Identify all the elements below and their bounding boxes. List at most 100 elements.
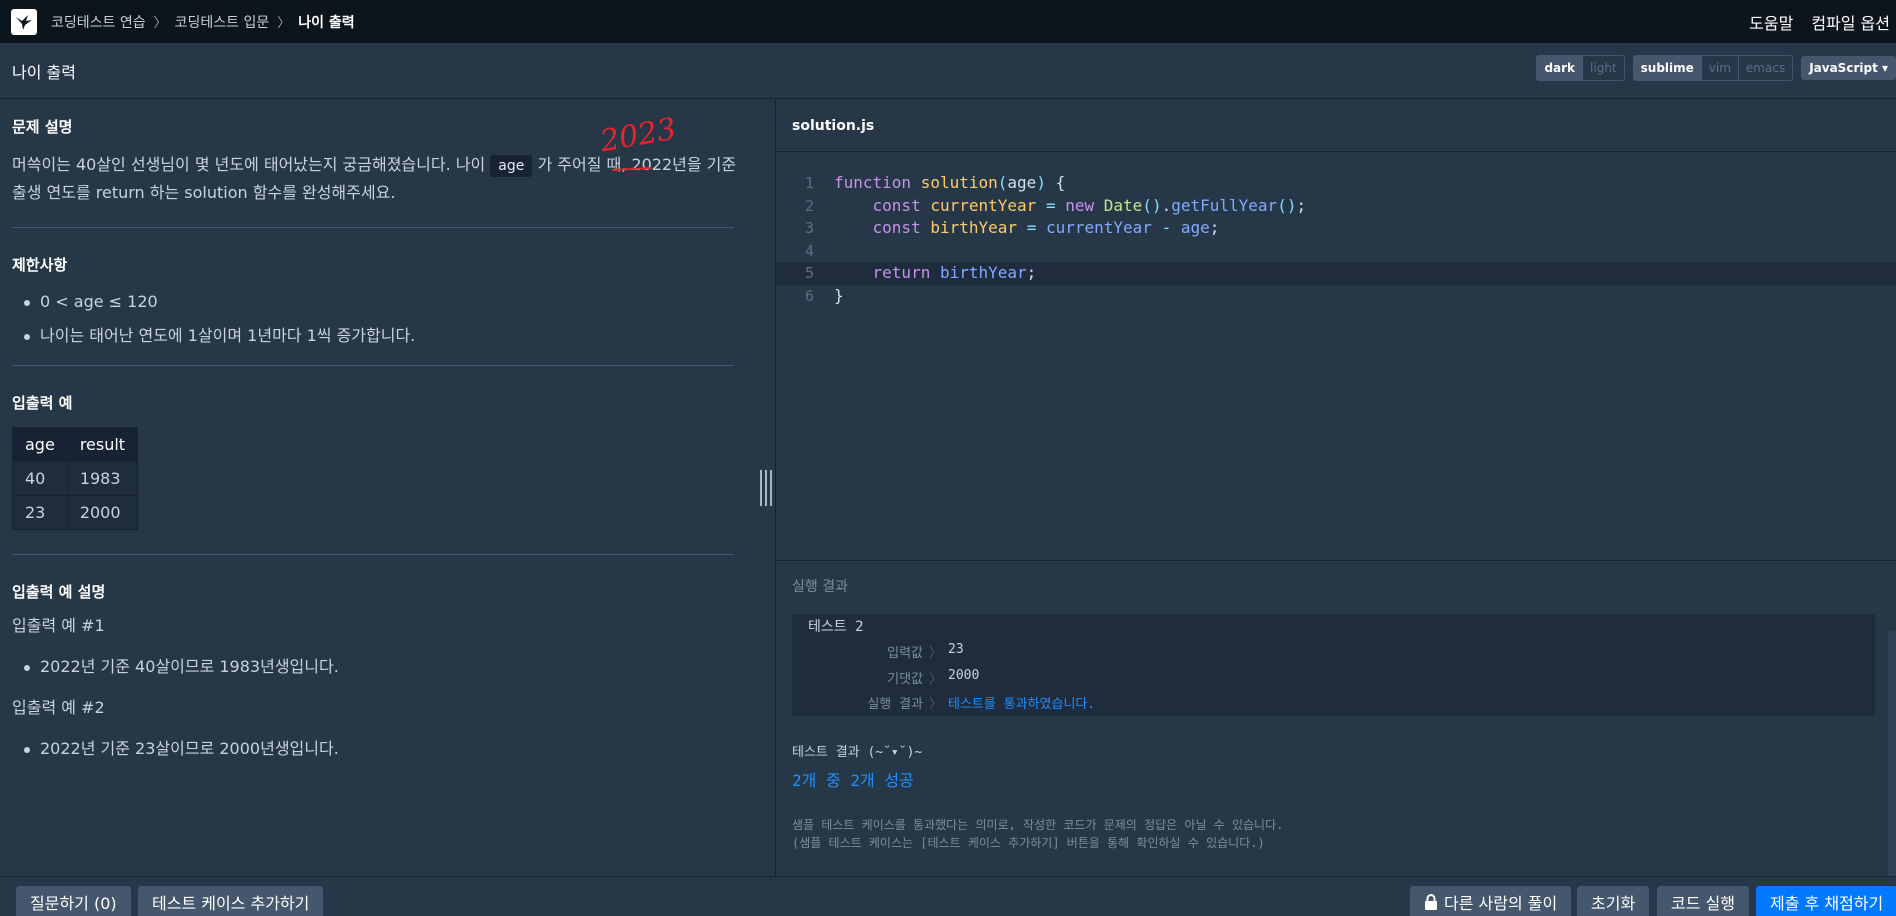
test-expected-value: 2000 [948,668,980,683]
add-test-case-button[interactable]: 테스트 케이스 추가하기 [138,886,324,916]
reset-button[interactable]: 초기화 [1577,886,1650,916]
section-divider [12,554,734,555]
test-run-label: 실행 결과 [867,697,923,712]
test-expected-row: 기댓값 〉 2000 [792,668,1192,687]
editor-filename: solution.js [776,100,1896,152]
table-header-row: age result [12,427,139,462]
language-select[interactable]: JavaScript ▾ [1801,56,1896,80]
breadcrumb-item-current: 나이 출력 [298,14,355,31]
line-number: 1 [804,174,814,192]
breadcrumb-item-practice[interactable]: 코딩테스트 연습 [51,12,146,32]
result-note-line: 샘플 테스트 케이스를 통과했다는 의미로, 작성한 코드가 문제의 정답은 아… [792,818,1284,832]
code-line[interactable]: 3 const birthYear = currentYear - age; [776,217,1896,240]
constraints-list: 0 < age ≤ 120 나이는 태어난 연도에 1살이며 1년마다 1씩 증… [12,285,762,353]
io-example-heading: 입출력 예 [12,394,73,412]
problem-description-panel: 문제 설명 머쓱이는 40살인 선생님이 몇 년도에 태어났는지 궁금해졌습니다… [0,100,774,876]
theme-dark-option[interactable]: dark [1537,56,1583,80]
chevron-right-icon: 〉 [928,697,942,712]
test-summary-label: 테스트 결과 (~˘▾˘)~ [792,745,923,760]
code-editor[interactable]: 1 function solution(age) { 2 const curren… [776,172,1896,308]
code-line[interactable]: 2 const currentYear = new Date().getFull… [776,195,1896,218]
keymap-sublime-option[interactable]: sublime [1633,56,1701,80]
line-number: 4 [804,241,814,260]
page-title: 나이 출력 [12,62,76,82]
code-line-text: const currentYear = new Date().getFullYe… [872,195,1307,215]
table-cell: 1983 [66,461,139,496]
code-line[interactable]: 1 function solution(age) { [776,172,1896,195]
line-number: 5 [804,264,814,283]
bottom-action-bar: 질문하기 (0) 테스트 케이스 추가하기 다른 사람의 풀이 초기화 코드 실… [0,876,1896,916]
code-line[interactable]: 6} [776,285,1896,308]
result-title: 실행 결과 [792,579,848,595]
code-editor-panel: solution.js 1 function solution(age) { 2 … [775,100,1896,559]
run-code-button[interactable]: 코드 실행 [1657,886,1749,916]
table-header-cell: result [66,427,139,462]
programmers-logo-icon[interactable] [11,8,37,35]
code-line-text: return birthYear; [872,263,1037,283]
io-example-table: age result 40 1983 23 2000 [12,427,139,530]
line-number: 3 [804,219,814,238]
code-line-text: } [834,285,844,305]
description-text-part1: 머쓱이는 40살인 선생님이 몇 년도에 태어났는지 궁금해졌습니다. 나이 [12,155,491,174]
description-text: 머쓱이는 40살인 선생님이 몇 년도에 태어났는지 궁금해졌습니다. 나이 a… [12,151,742,207]
test-input-label: 입력값 [887,646,923,661]
line-number: 6 [804,286,814,305]
help-link[interactable]: 도움말 [1749,10,1793,34]
result-note: 샘플 테스트 케이스를 통과했다는 의미로, 작성한 코드가 문제의 정답은 아… [792,816,1283,852]
chevron-right-icon: 〉 [928,646,942,661]
chevron-right-icon: 〉 [928,672,942,687]
test-run-value: 테스트를 통과하였습니다. [948,697,1096,712]
others-solutions-label: 다른 사람의 풀이 [1444,894,1558,913]
table-row: 40 1983 [12,461,139,496]
constraints-heading: 제한사항 [12,256,68,274]
section-divider [12,365,734,366]
breadcrumb-separator: 〉 [277,16,291,31]
keymap-toggle: sublime vim emacs [1632,55,1794,81]
table-row: 23 2000 [12,495,139,530]
vertical-split-handle[interactable] [760,470,772,506]
list-item: 2022년 기준 23살이므로 2000년생입니다. [12,732,762,766]
io-explain-heading: 입출력 예 설명 [12,583,106,601]
breadcrumb-item-intro[interactable]: 코딩테스트 입문 [175,12,270,32]
others-solutions-button[interactable]: 다른 사람의 풀이 [1410,886,1572,916]
theme-light-option[interactable]: light [1582,56,1624,80]
constraint-item: 나이는 태어난 연도에 1살이며 1년마다 1씩 증가합니다. [12,319,762,353]
test-input-value: 23 [948,642,964,657]
breadcrumb: 코딩테스트 연습 〉 코딩테스트 입문 〉 나이 출력 [51,12,355,32]
breadcrumb-separator: 〉 [153,16,167,31]
code-line[interactable]: 4 [776,240,1896,263]
ask-question-button[interactable]: 질문하기 (0) [16,886,131,916]
line-number: 2 [804,196,814,215]
lock-icon [1424,888,1438,916]
io-explain-2-title: 입출력 예 #2 [12,698,105,717]
test-expected-label: 기댓값 [887,672,923,687]
section-divider [12,227,734,228]
list-item: 2022년 기준 40살이므로 1983년생입니다. [12,650,762,684]
run-result-panel: 실행 결과 테스트 2 입력값 〉 23 기댓값 〉 2000 실행 결과 〉 … [775,560,1896,877]
io-explain-1-title: 입출력 예 #1 [12,616,105,635]
top-nav: 코딩테스트 연습 〉 코딩테스트 입문 〉 나이 출력 도움말 컴파일 옵션 [0,0,1896,43]
code-line-text: function solution(age) { [834,173,1066,192]
submit-button[interactable]: 제출 후 채점하기 [1756,886,1896,916]
result-scrollbar[interactable] [1888,631,1896,877]
table-cell: 23 [12,495,68,530]
result-note-line: (샘플 테스트 케이스는 [테스트 케이스 추가하기] 버튼을 통해 확인하실 … [792,836,1265,850]
test-input-row: 입력값 〉 23 [792,642,1192,661]
io-explain-2-list: 2022년 기준 23살이므로 2000년생입니다. [12,732,762,766]
io-explain-1-list: 2022년 기준 40살이므로 1983년생입니다. [12,650,762,684]
test-run-row: 실행 결과 〉 테스트를 통과하였습니다. [792,693,1192,712]
theme-toggle: dark light [1536,55,1625,81]
code-line-active[interactable]: 5 return birthYear; [776,262,1896,285]
test-summary-value: 2개 중 2개 성공 [792,771,914,790]
compile-options-link[interactable]: 컴파일 옵션 [1811,10,1890,34]
test-case-result: 테스트 2 입력값 〉 23 기댓값 〉 2000 실행 결과 〉 테스트를 통… [792,614,1875,716]
test-case-name: 테스트 2 [808,619,864,635]
table-cell: 40 [12,461,68,496]
code-line-text: const birthYear = currentYear - age; [872,218,1220,238]
age-code-chip: age [490,155,533,177]
keymap-emacs-option[interactable]: emacs [1737,56,1792,80]
table-header-cell: age [12,427,68,462]
keymap-vim-option[interactable]: vim [1700,56,1738,80]
constraint-item: 0 < age ≤ 120 [12,285,762,319]
